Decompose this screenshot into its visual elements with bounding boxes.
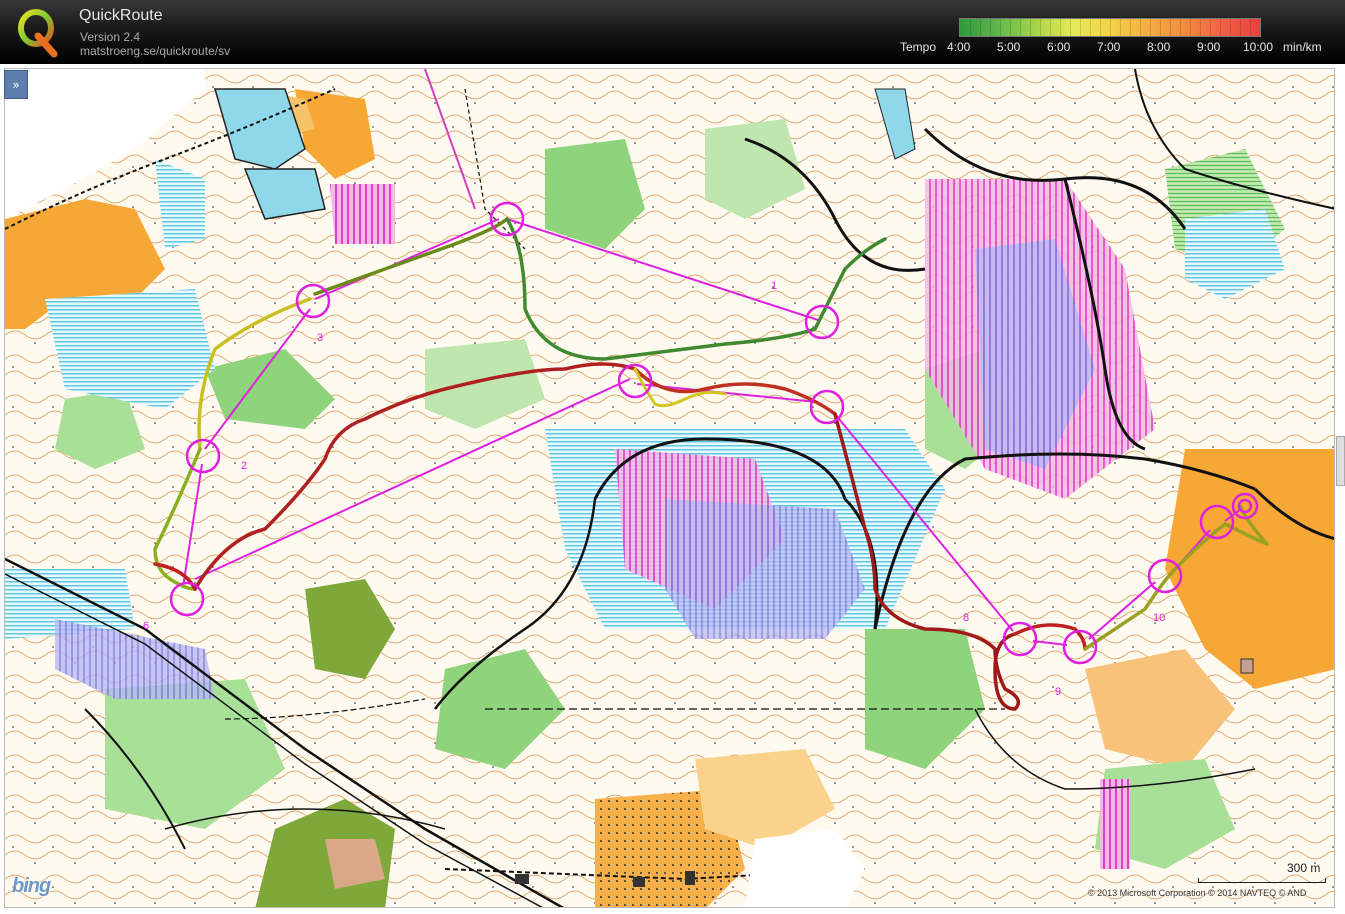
tempo-scale-segment <box>1170 19 1171 36</box>
tempo-scale-segment <box>1110 19 1111 36</box>
tempo-scale-segment <box>1150 19 1151 36</box>
tempo-scale-segment <box>1190 19 1191 36</box>
tempo-scale-segment <box>1130 19 1131 36</box>
tempo-scale-segment <box>1080 19 1081 36</box>
map-copyright: © 2013 Microsoft Corporation © 2014 NAVT… <box>1088 888 1307 898</box>
control-number: 8 <box>963 612 969 624</box>
tempo-scale-segment <box>1000 19 1001 36</box>
scale-bar <box>1198 878 1326 883</box>
tempo-scale-segment <box>1220 19 1221 36</box>
tempo-tick: 9:00 <box>1197 40 1221 54</box>
tempo-scale-segment <box>1120 19 1121 36</box>
tempo-unit: min/km <box>1283 40 1322 54</box>
tempo-scale-segment <box>1160 19 1161 36</box>
bing-logo: bing <box>12 875 51 897</box>
tempo-tick: 5:00 <box>997 40 1021 54</box>
tempo-scale-segment <box>1070 19 1071 36</box>
tempo-scale-segment <box>1230 19 1231 36</box>
tempo-color-scale <box>959 18 1261 37</box>
tempo-scale-segment <box>1010 19 1011 36</box>
map-canvas[interactable]: 1 2 3 6 8 9 10 <box>5 69 1335 908</box>
tempo-scale-segment <box>1020 19 1021 36</box>
control-number: 1 <box>771 280 777 292</box>
tempo-tick: 4:00 <box>947 40 971 54</box>
control-number: 3 <box>317 332 323 344</box>
tempo-tick: 6:00 <box>1047 40 1071 54</box>
tempo-scale-segment <box>1100 19 1101 36</box>
tempo-scale-segment <box>1050 19 1051 36</box>
control-number: 6 <box>143 620 149 632</box>
tempo-scale-segment <box>970 19 971 36</box>
app-url: matstroeng.se/quickroute/sv <box>80 44 231 58</box>
tempo-scale-segment <box>1200 19 1201 36</box>
app-header: QuickRoute Version 2.4 matstroeng.se/qui… <box>0 0 1345 64</box>
scale-label: 300 m <box>1287 861 1321 875</box>
tempo-tick: 8:00 <box>1147 40 1171 54</box>
tempo-scale-segment <box>1060 19 1061 36</box>
control-number: 2 <box>241 460 247 472</box>
tempo-label: Tempo <box>900 40 937 54</box>
tempo-tick: 7:00 <box>1097 40 1121 54</box>
tempo-tick: 10:00 <box>1243 40 1274 54</box>
tempo-scale-segment <box>990 19 991 36</box>
app-version: Version 2.4 <box>80 30 141 44</box>
expand-panel-button[interactable]: » <box>4 70 28 99</box>
app-title: QuickRoute <box>79 7 163 24</box>
control-number: 10 <box>1153 612 1165 624</box>
tempo-scale-segment <box>1250 19 1251 36</box>
tempo-scale-segment <box>1030 19 1031 36</box>
tempo-scale-segment <box>1210 19 1211 36</box>
tempo-scale-segment <box>1040 19 1041 36</box>
quickroute-logo-icon <box>18 9 58 58</box>
tempo-scale-segment <box>980 19 981 36</box>
tempo-scale-segment <box>1240 19 1241 36</box>
tempo-scale-segment <box>1090 19 1091 36</box>
orienteering-map[interactable]: 1 2 3 6 8 9 10 <box>4 68 1335 908</box>
tempo-scale-segment <box>1140 19 1141 36</box>
control-number: 9 <box>1055 686 1061 698</box>
tempo-scale-segment <box>1180 19 1181 36</box>
right-panel-handle[interactable] <box>1336 436 1345 486</box>
